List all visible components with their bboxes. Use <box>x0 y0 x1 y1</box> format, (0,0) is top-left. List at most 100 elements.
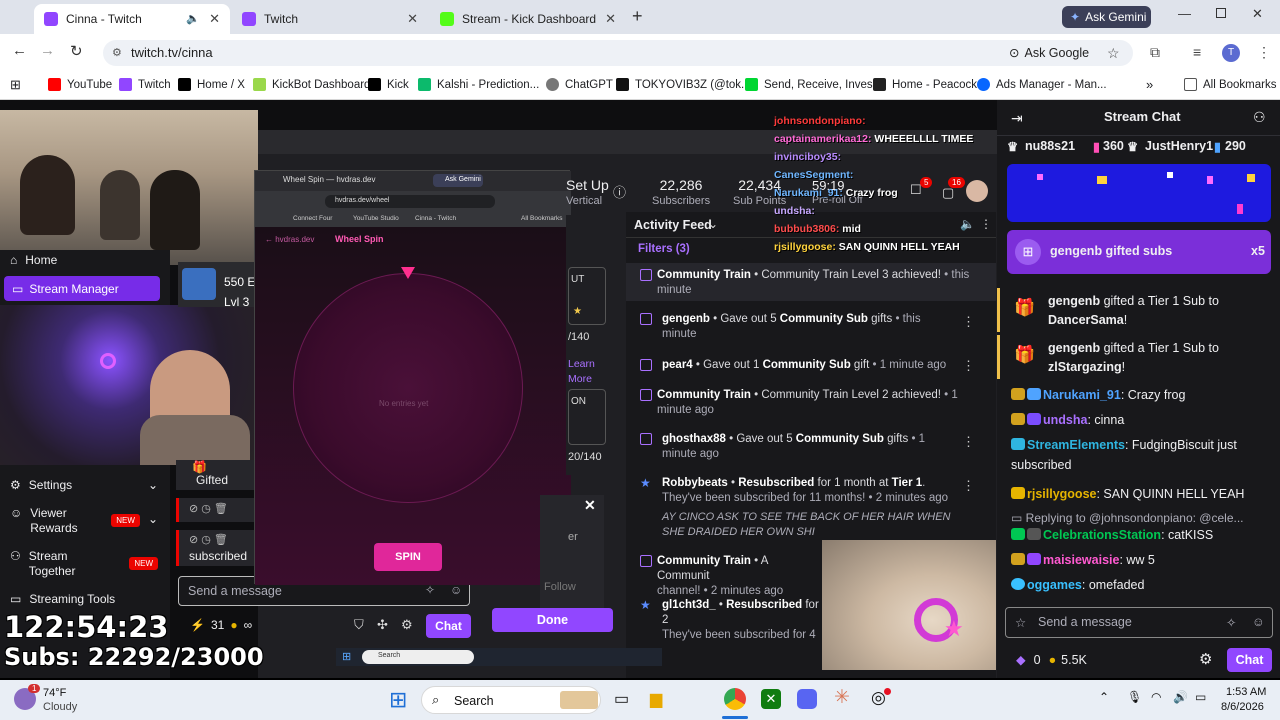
setup-vertical[interactable]: Set Up Vertical <box>566 178 609 208</box>
nav-stream-manager[interactable]: ▭ Stream Manager <box>4 276 160 301</box>
battery-icon[interactable]: ▭ <box>1195 690 1206 704</box>
tools-icon[interactable]: ✣ <box>377 617 388 633</box>
discord-icon[interactable] <box>797 689 817 709</box>
profile-avatar[interactable]: T <box>1222 44 1240 62</box>
more-link[interactable]: More <box>568 373 592 385</box>
bookmark-chatgpt[interactable]: ChatGPT <box>546 78 613 91</box>
taskbar-search-box[interactable]: ⌕ Search <box>421 686 601 714</box>
back-icon[interactable]: ← <box>12 42 27 59</box>
media-icon[interactable]: ≡ <box>1193 44 1201 60</box>
nav-viewer-rewards[interactable]: ☺ Viewer Rewards NEW ⌄ <box>10 506 158 536</box>
all-bookmarks-folder[interactable]: All Bookmarks <box>1184 78 1277 91</box>
learn-more-link[interactable]: Learn <box>568 358 595 370</box>
bookmark-cashapp[interactable]: Send, Receive, Inves... <box>745 78 882 91</box>
site-info-icon[interactable]: ⚙ <box>112 40 122 66</box>
ask-gemini-button[interactable]: ✦ Ask Gemini <box>1062 6 1151 28</box>
nav-settings[interactable]: ⚙ Settings ⌄ <box>10 478 158 492</box>
clock-time[interactable]: 1:53 AM <box>1226 686 1266 698</box>
bits-icon[interactable]: ✧ <box>1226 615 1236 630</box>
more-icon[interactable]: ⋮ <box>962 478 975 494</box>
quick-action-card[interactable]: UT ★ <box>568 267 606 325</box>
filters-link[interactable]: Filters (3) <box>638 243 690 255</box>
windows-icon[interactable]: ⊞ <box>342 650 351 663</box>
new-tab-icon[interactable]: + <box>632 6 643 27</box>
spin-button[interactable]: SPIN <box>374 543 442 571</box>
forward-icon[interactable]: → <box>40 42 55 59</box>
more-bookmarks-icon[interactable]: » <box>1146 77 1153 92</box>
tab-twitch[interactable]: Twitch ✕ <box>232 4 428 34</box>
task-view-icon[interactable]: ▭ <box>614 689 629 709</box>
mod-icons[interactable]: ⊘ ◷ 🗑 <box>189 533 228 546</box>
file-explorer-icon[interactable]: ▆ <box>650 689 662 709</box>
tab-cinna-twitch[interactable]: Cinna - Twitch 🔈 ✕ <box>34 4 230 34</box>
mod-icons[interactable]: ⊘ ◷ 🗑 <box>189 502 228 515</box>
leader-2-name[interactable]: JustHenry1 <box>1145 139 1213 153</box>
windows-start-icon[interactable]: ⊞ <box>389 687 407 713</box>
bookmark-kalshi[interactable]: Kalshi - Prediction... <box>418 78 539 91</box>
chat-send-button[interactable]: Chat <box>1227 648 1272 672</box>
emote-icon[interactable]: ☺ <box>1252 615 1265 629</box>
close-window-icon[interactable]: ✕ <box>1252 6 1263 22</box>
shield-icon[interactable]: ⛉ <box>354 617 364 633</box>
nav-stream-together[interactable]: ⚇ Stream Together NEW <box>10 549 158 579</box>
apps-icon[interactable]: ⊞ <box>10 77 21 93</box>
gear-icon[interactable]: ⚙ <box>401 617 413 633</box>
audio-icon[interactable]: 🔈 <box>186 12 200 25</box>
bookmark-youtube[interactable]: YouTube <box>48 78 112 91</box>
more-icon[interactable]: ⋮ <box>962 314 975 330</box>
wheel-back-link[interactable]: ← hvdras.dev <box>265 235 314 244</box>
minimize-icon[interactable]: — <box>1178 6 1191 21</box>
url-bar[interactable]: ⚙ twitch.tv/cinna ⊙ Ask Google ☆ <box>103 40 1133 66</box>
clock-date[interactable]: 8/6/2026 <box>1221 701 1264 713</box>
bookmark-kick[interactable]: Kick <box>368 78 409 91</box>
wheel-ask-gemini[interactable]: Ask Gemini <box>433 174 483 187</box>
more-icon[interactable]: ⋮ <box>962 358 975 374</box>
bookmark-ads-manager[interactable]: Ads Manager - Man... <box>977 78 1107 91</box>
done-button[interactable]: Done <box>492 608 613 632</box>
temperature[interactable]: 74°F <box>43 687 66 699</box>
xbox-icon[interactable]: ✕ <box>761 689 781 709</box>
wheel-tab-title[interactable]: Wheel Spin — hvdras.dev <box>283 175 376 184</box>
star-icon[interactable]: ☆ <box>1015 615 1026 630</box>
users-icon[interactable]: ⚇ <box>1253 109 1266 126</box>
maximize-icon[interactable] <box>1216 8 1226 18</box>
info-icon[interactable]: ⓘ <box>613 182 626 201</box>
nav-streaming-tools[interactable]: ▭ Streaming Tools <box>10 592 115 606</box>
emote-icon[interactable]: ☺ <box>450 583 462 597</box>
nav-home[interactable]: ⌂ Home <box>10 253 57 267</box>
leader-1-name[interactable]: nu88s21 <box>1025 139 1075 153</box>
tab-kick-dashboard[interactable]: Stream - Kick Dashboard ✕ <box>430 4 626 34</box>
wheel-bm-cinna[interactable]: Cinna - Twitch <box>415 215 456 222</box>
more-icon[interactable]: ⋮ <box>962 434 975 450</box>
claude-icon[interactable]: ✳ <box>834 686 850 709</box>
reload-icon[interactable]: ↻ <box>70 42 83 60</box>
mic-icon[interactable]: 🎙 <box>1127 690 1142 704</box>
wifi-icon[interactable]: ◠ <box>1151 690 1161 704</box>
bits-icon[interactable]: ✧ <box>425 583 435 597</box>
wheel-url[interactable]: hvdras.dev/wheel <box>325 195 495 208</box>
dashboard-chat-button[interactable]: Chat <box>426 614 471 638</box>
wheel-bm-all[interactable]: All Bookmarks <box>521 215 563 222</box>
bookmark-peacock[interactable]: Home - Peacock <box>873 78 977 91</box>
chevron-down-icon[interactable]: ⌄ <box>708 217 718 231</box>
ask-google-button[interactable]: ⊙ Ask Google <box>1009 40 1089 66</box>
close-tab-icon[interactable]: ✕ <box>605 11 616 27</box>
close-icon[interactable]: ✕ <box>584 497 596 514</box>
bookmark-x[interactable]: Home / X <box>178 78 245 91</box>
bookmark-star-icon[interactable]: ☆ <box>1107 40 1120 66</box>
volume-icon[interactable]: 🔊 <box>1173 690 1188 704</box>
wheel-circle[interactable] <box>293 273 523 503</box>
bookmark-twitch[interactable]: Twitch <box>119 78 171 91</box>
chat-input[interactable]: ☆ Send a message ✧ ☺ <box>1005 607 1273 638</box>
chat-settings-icon[interactable]: ⚙ <box>1199 650 1212 668</box>
bookmark-tiktok[interactable]: TOKYOVIB3Z (@tok... <box>616 78 751 91</box>
chevron-up-icon[interactable]: ⌃ <box>1099 690 1109 704</box>
inner-search-box[interactable]: Search <box>362 650 474 664</box>
menu-icon[interactable]: ⋮ <box>1257 44 1271 61</box>
chat-points[interactable]: ◆ 0 ● 5.5K <box>1016 652 1087 668</box>
bookmark-kickbot[interactable]: KickBot Dashboard <box>253 78 370 91</box>
chrome-icon[interactable] <box>724 688 746 710</box>
channel-points[interactable]: ⚡ 31 ● ∞ <box>190 618 252 632</box>
close-tab-icon[interactable]: ✕ <box>209 11 220 27</box>
quick-action-card[interactable]: ON <box>568 389 606 445</box>
